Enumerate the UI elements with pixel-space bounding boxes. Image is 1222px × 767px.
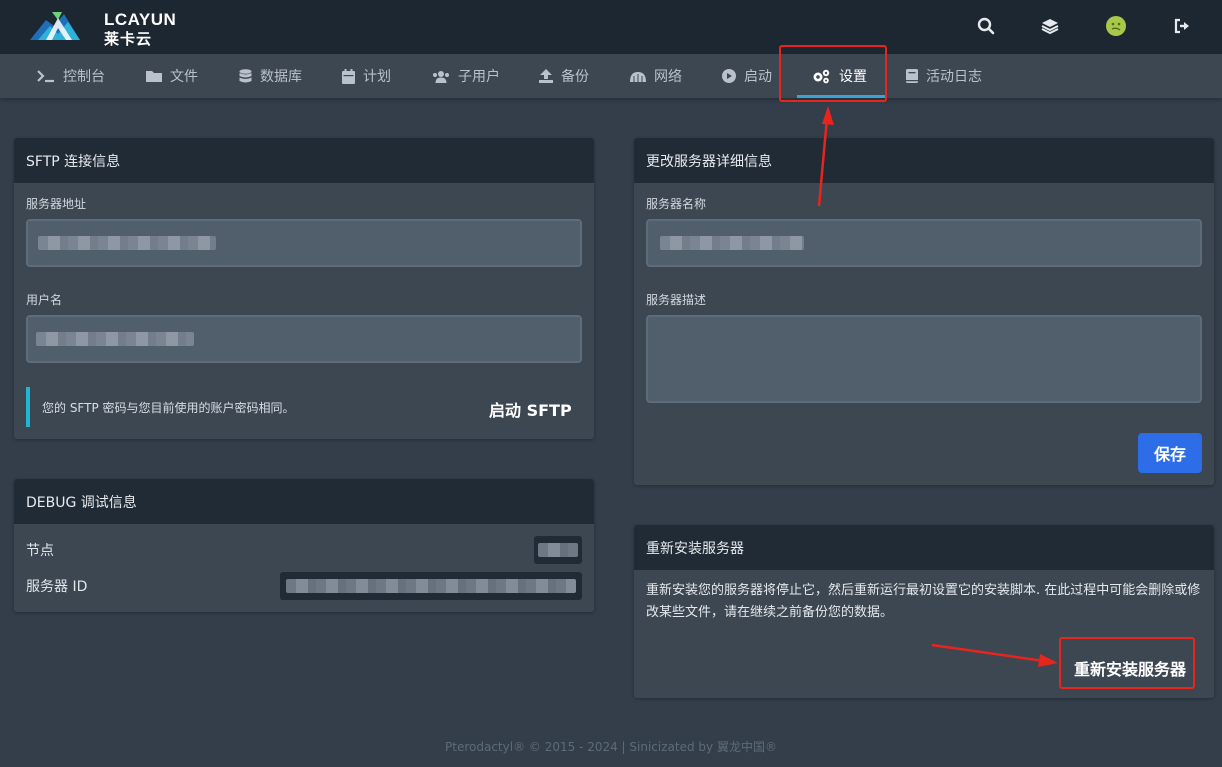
sftp-password-note: 您的 SFTP 密码与您目前使用的账户密码相同。 bbox=[26, 387, 446, 427]
tab-activity-label: 活动日志 bbox=[926, 69, 982, 85]
server-details-card-title: 更改服务器详细信息 bbox=[634, 138, 1214, 183]
tab-databases[interactable]: 数据库 bbox=[239, 54, 302, 98]
node-label: 节点 bbox=[26, 543, 54, 559]
calendar-icon bbox=[342, 68, 355, 84]
terminal-icon bbox=[37, 70, 54, 83]
username-field[interactable] bbox=[26, 315, 582, 363]
brand-name: LCAYUN bbox=[104, 10, 177, 29]
debug-card: DEBUG 调试信息 节点 服务器 ID bbox=[14, 479, 594, 612]
tab-databases-label: 数据库 bbox=[260, 69, 302, 85]
brand-logo-mark bbox=[30, 12, 80, 40]
redacted-value bbox=[660, 236, 804, 250]
username-label: 用户名 bbox=[26, 293, 63, 307]
users-icon bbox=[433, 70, 449, 83]
redacted-value bbox=[538, 543, 578, 557]
redacted-value bbox=[36, 332, 194, 346]
server-details-card: 更改服务器详细信息 服务器名称 服务器描述 保存 bbox=[634, 138, 1214, 485]
redacted-value bbox=[286, 579, 576, 593]
book-icon bbox=[906, 69, 918, 83]
cogs-icon bbox=[813, 69, 830, 83]
tab-network-label: 网络 bbox=[654, 69, 682, 85]
tab-backups-label: 备份 bbox=[561, 69, 589, 85]
arrow-to-settings-head bbox=[822, 106, 834, 125]
tab-settings-label: 设置 bbox=[839, 69, 867, 85]
server-id-value bbox=[280, 572, 582, 600]
tab-schedules[interactable]: 计划 bbox=[342, 54, 391, 98]
sftp-card: SFTP 连接信息 服务器地址 用户名 您的 SFTP 密码与您目前使用的账户密… bbox=[14, 138, 594, 439]
database-icon bbox=[239, 68, 252, 82]
reinstall-card-title: 重新安装服务器 bbox=[634, 525, 1214, 570]
tab-files-label: 文件 bbox=[170, 69, 198, 85]
brand-subtitle: 莱卡云 bbox=[104, 30, 153, 48]
tab-users[interactable]: 子用户 bbox=[432, 54, 500, 98]
launch-sftp-button[interactable]: 启动 SFTP bbox=[489, 397, 572, 421]
tab-backups[interactable]: 备份 bbox=[539, 54, 589, 98]
top-bar: LCAYUN 莱卡云 bbox=[0, 0, 1222, 54]
tab-network[interactable]: 网络 bbox=[630, 54, 682, 98]
tab-users-label: 子用户 bbox=[458, 69, 500, 85]
layers-icon[interactable] bbox=[1038, 14, 1062, 38]
server-address-label: 服务器地址 bbox=[26, 197, 87, 211]
server-address-field[interactable] bbox=[26, 219, 582, 267]
tab-schedules-label: 计划 bbox=[363, 69, 391, 85]
reinstall-card: 重新安装服务器 重新安装您的服务器将停止它，然后重新运行最初设置它的安装脚本. … bbox=[634, 525, 1214, 698]
play-icon bbox=[722, 69, 736, 83]
upload-icon bbox=[539, 69, 553, 83]
save-button[interactable]: 保存 bbox=[1138, 433, 1202, 473]
tab-files[interactable]: 文件 bbox=[146, 54, 198, 98]
server-description-label: 服务器描述 bbox=[646, 293, 707, 307]
debug-card-title: DEBUG 调试信息 bbox=[14, 479, 594, 524]
tab-startup-label: 启动 bbox=[744, 69, 772, 85]
sftp-password-note-text: 您的 SFTP 密码与您目前使用的账户密码相同。 bbox=[42, 400, 295, 415]
avatar[interactable] bbox=[1104, 14, 1128, 38]
tab-console[interactable]: 控制台 bbox=[37, 54, 105, 98]
server-id-label: 服务器 ID bbox=[26, 579, 88, 595]
tab-console-label: 控制台 bbox=[63, 69, 105, 85]
reinstall-description: 重新安装您的服务器将停止它，然后重新运行最初设置它的安装脚本. 在此过程中可能会… bbox=[646, 583, 1201, 620]
reinstall-server-button[interactable]: 重新安装服务器 bbox=[1074, 656, 1186, 680]
tab-activity[interactable]: 活动日志 bbox=[906, 54, 982, 98]
sftp-card-title: SFTP 连接信息 bbox=[14, 138, 594, 183]
sign-out-icon[interactable] bbox=[1170, 14, 1194, 38]
tab-startup[interactable]: 启动 bbox=[722, 54, 772, 98]
footer: Pterodactyl® © 2015 - 2024 | Sinicizated… bbox=[445, 740, 777, 754]
network-icon bbox=[630, 72, 646, 82]
active-tab-indicator bbox=[797, 95, 885, 98]
server-nav: 控制台 文件 数据库 计划 子用户 备份 网络 启动 设置 活动日志 bbox=[0, 54, 1222, 98]
brand-logo[interactable]: LCAYUN 莱卡云 bbox=[28, 8, 176, 48]
search-icon[interactable] bbox=[974, 14, 998, 38]
node-value bbox=[534, 536, 582, 564]
tab-settings[interactable]: 设置 bbox=[812, 54, 867, 98]
server-name-field[interactable] bbox=[646, 219, 1202, 267]
server-description-field[interactable] bbox=[646, 315, 1202, 403]
folder-icon bbox=[146, 70, 162, 82]
server-name-label: 服务器名称 bbox=[646, 197, 707, 211]
redacted-value bbox=[38, 236, 216, 250]
